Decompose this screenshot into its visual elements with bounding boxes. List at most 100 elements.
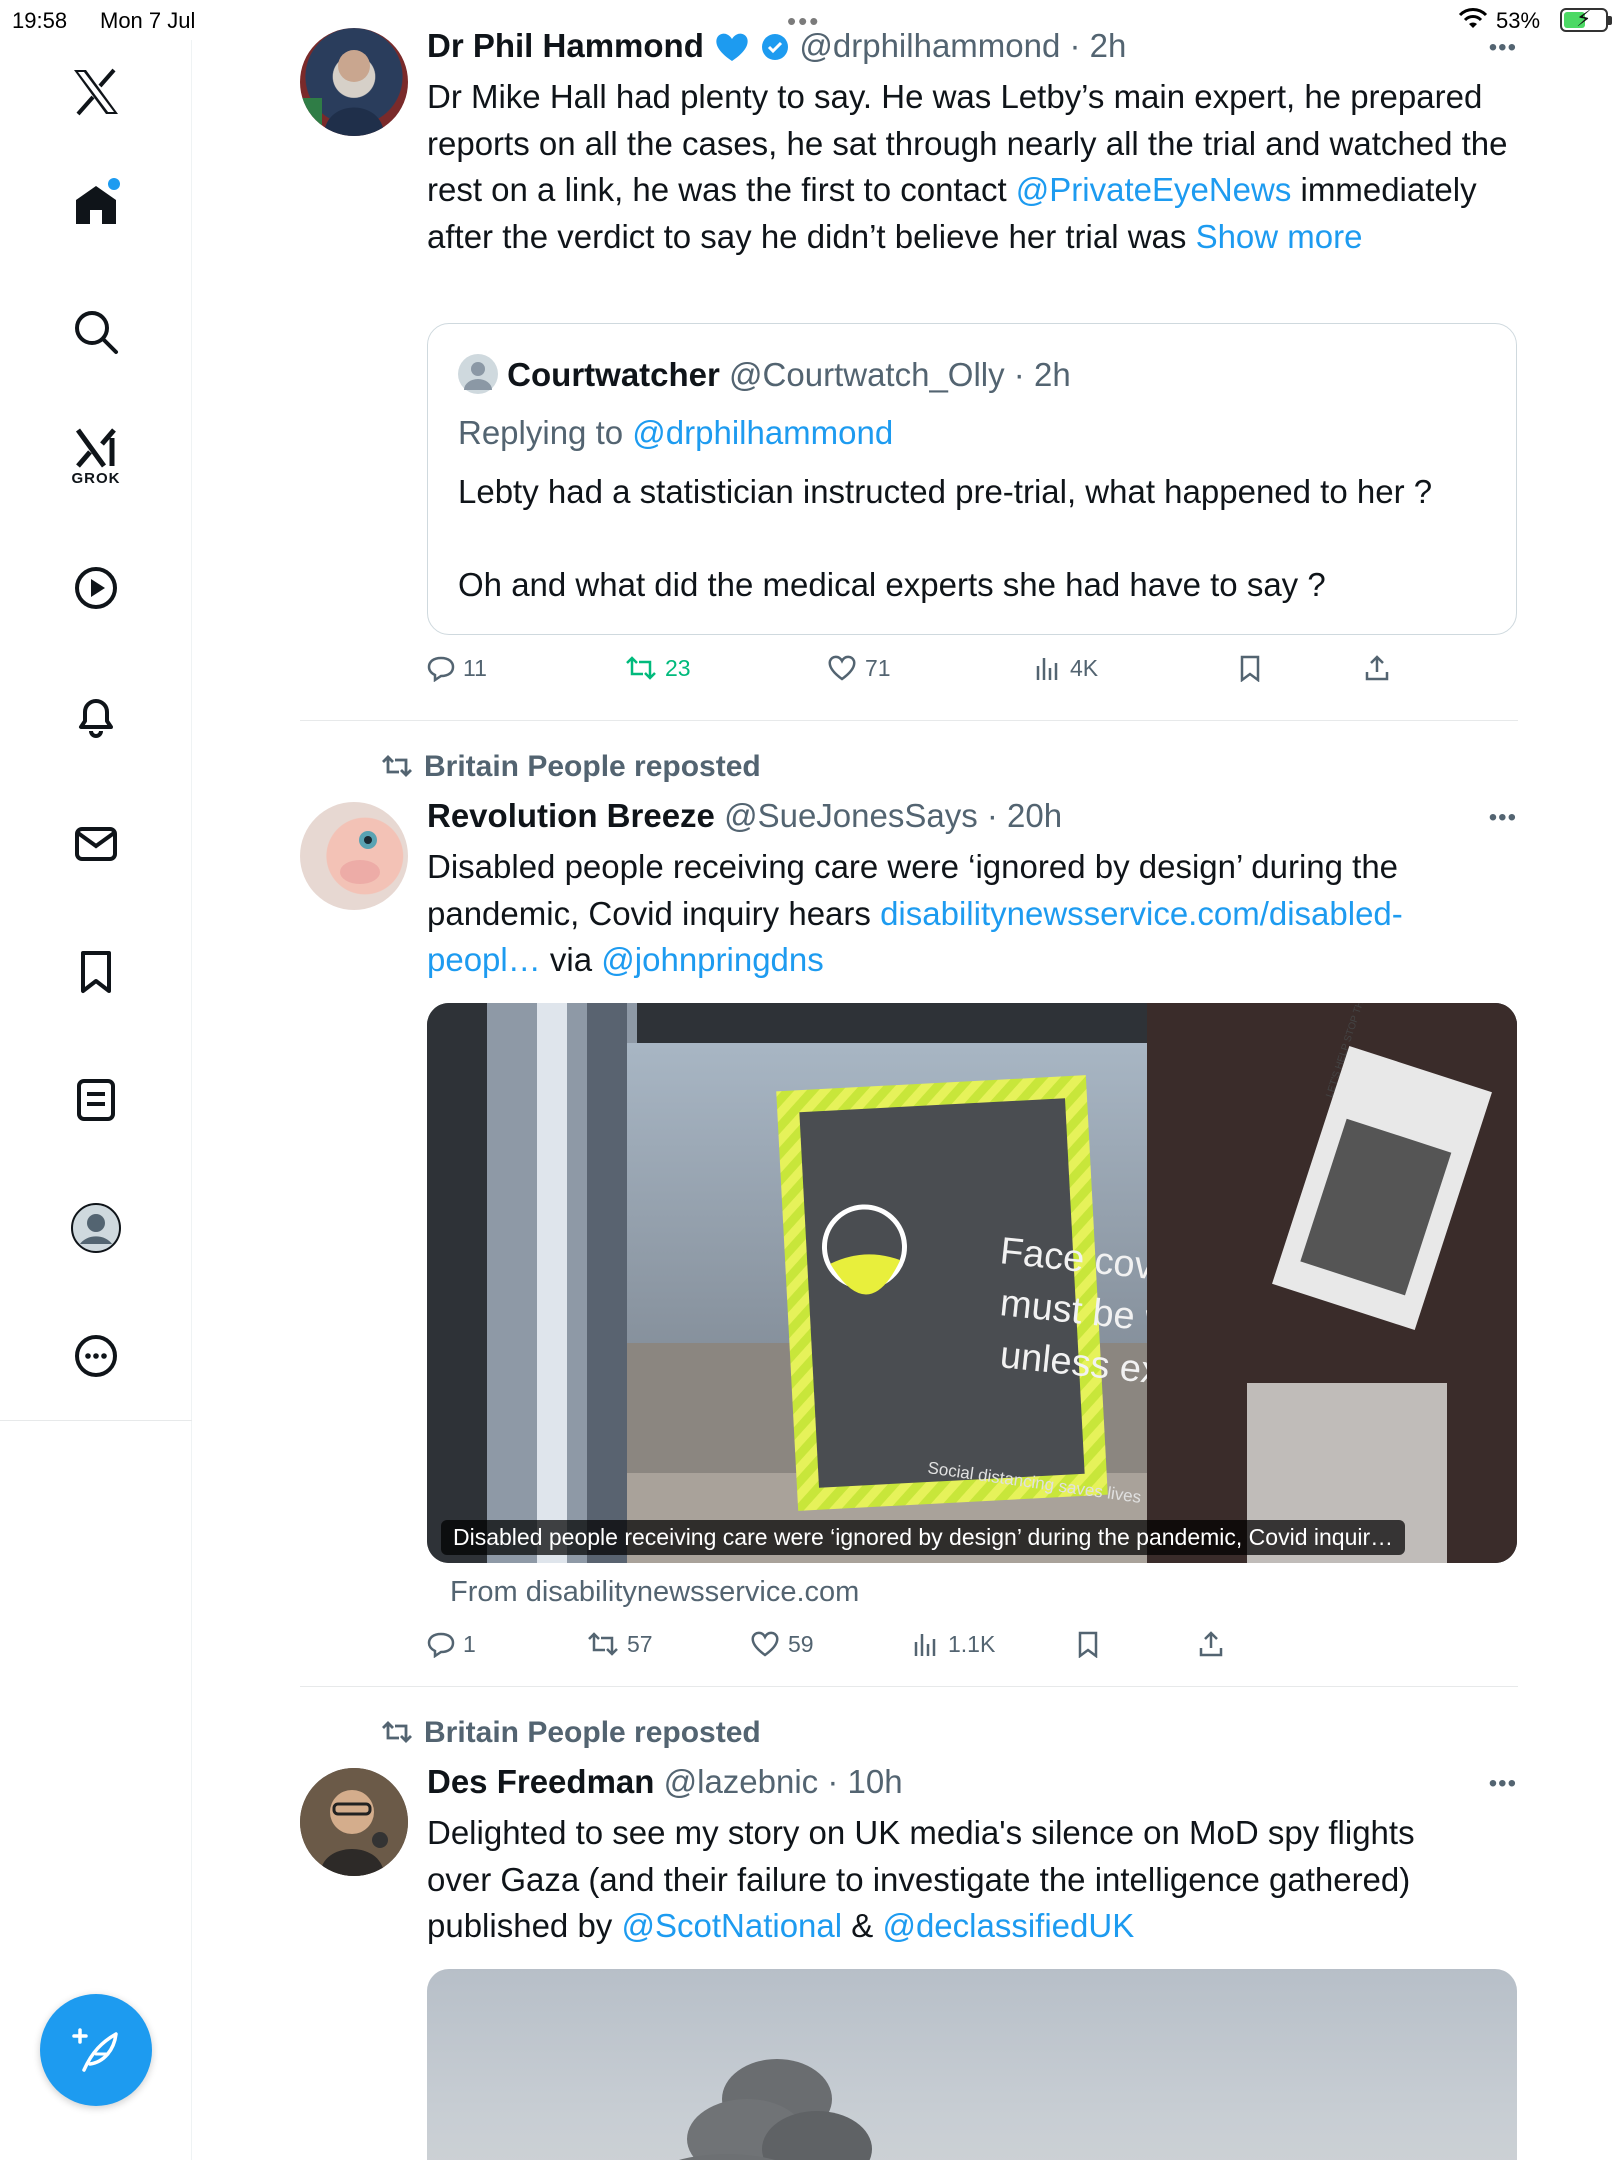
like-count: 71: [865, 654, 891, 681]
repost-icon: [382, 755, 412, 777]
views-button[interactable]: 4K: [1034, 654, 1098, 682]
grok-label: GROK: [71, 469, 121, 487]
more-options-icon[interactable]: •••: [1489, 34, 1517, 62]
grok-icon: [75, 427, 116, 468]
post-time[interactable]: 10h: [848, 1763, 903, 1800]
card-photo: Face coverings must be worn unless exemp…: [427, 1003, 1517, 1563]
quote-header: Courtwatcher @Courtwatch_Olly · 2h: [458, 354, 1071, 395]
reply-count: 11: [463, 654, 487, 681]
view-count: 4K: [1070, 654, 1099, 681]
post-time[interactable]: 2h: [1090, 27, 1127, 64]
replying-handle-link[interactable]: @drphilhammond: [632, 414, 893, 451]
author-handle[interactable]: @SueJonesSays: [724, 797, 978, 834]
repost-context: Britain People reposted: [380, 1716, 761, 1750]
tweet-text-part: &: [842, 1907, 883, 1944]
more-options-icon[interactable]: [60, 1320, 132, 1392]
bookmark-icon[interactable]: [60, 936, 132, 1008]
quoted-tweet[interactable]: Courtwatcher @Courtwatch_Olly · 2h Reply…: [427, 323, 1517, 635]
compose-feather-icon: [72, 2028, 118, 2072]
repost-icon: [382, 1721, 412, 1743]
tweet-text: Dr Mike Hall had plenty to say. He was L…: [427, 74, 1517, 260]
profile-avatar-icon[interactable]: [60, 1192, 132, 1264]
more-options-icon[interactable]: •••: [1489, 1770, 1517, 1798]
separator-dot: ·: [1060, 27, 1090, 64]
repost-button[interactable]: 23: [625, 654, 691, 682]
verified-badge-icon: [760, 27, 790, 64]
share-button[interactable]: [1363, 654, 1391, 682]
repost-icon: [626, 656, 656, 680]
avatar[interactable]: [300, 1768, 408, 1876]
lists-icon[interactable]: [60, 1064, 132, 1136]
tweet-text: Delighted to see my story on UK media's …: [427, 1810, 1467, 1950]
reply-button[interactable]: 1: [427, 1630, 476, 1658]
author-name[interactable]: Revolution Breeze: [427, 797, 715, 834]
compose-post-button[interactable]: [40, 1994, 152, 2106]
quote-author-name[interactable]: Courtwatcher: [507, 356, 720, 393]
status-date: Mon 7 Jul: [100, 8, 196, 33]
author-name[interactable]: Des Freedman: [427, 1763, 654, 1800]
heart-icon: [828, 655, 856, 681]
author-name[interactable]: Dr Phil Hammond: [427, 27, 704, 64]
avatar[interactable]: [300, 802, 408, 910]
replying-to: Replying to @drphilhammond: [458, 410, 893, 457]
reposted-by-text[interactable]: Britain People reposted: [424, 750, 761, 783]
blue-heart-icon: [713, 27, 751, 64]
mention-link[interactable]: @PrivateEyeNews: [1016, 171, 1292, 208]
show-more-link[interactable]: Show more: [1196, 218, 1363, 255]
bookmark-button[interactable]: [1237, 654, 1263, 682]
mention-link[interactable]: @declassifiedUK: [882, 1907, 1134, 1944]
quote-author-handle[interactable]: @Courtwatch_Olly: [729, 356, 1005, 393]
share-button[interactable]: [1197, 1630, 1225, 1658]
card-source[interactable]: From disabilitynewsservice.com: [450, 1576, 859, 1609]
repost-count: 23: [665, 654, 691, 681]
reply-icon: [427, 656, 455, 682]
like-button[interactable]: 71: [827, 654, 891, 682]
quote-text-line: Lebty had a statistician instructed pre-…: [458, 473, 1433, 510]
grok-nav[interactable]: GROK: [60, 420, 132, 492]
video-play-icon[interactable]: [60, 552, 132, 624]
link-card-image[interactable]: Face coverings must be worn unless exemp…: [427, 1003, 1517, 1563]
share-icon: [1365, 655, 1389, 681]
reply-count: 1: [463, 1630, 476, 1657]
messages-envelope-icon[interactable]: [60, 808, 132, 880]
author-handle[interactable]: @drphilhammond: [799, 27, 1060, 64]
sidebar: GROK: [0, 40, 192, 2160]
mention-link[interactable]: @ScotNational: [621, 1907, 842, 1944]
tweet-text-part: via: [540, 941, 602, 978]
reply-icon: [427, 1632, 455, 1658]
like-count: 59: [788, 1630, 814, 1657]
tweet-text: Disabled people receiving care were ‘ign…: [427, 844, 1467, 984]
views-chart-icon: [914, 1634, 936, 1656]
views-button[interactable]: 1.1K: [912, 1630, 995, 1658]
tweet-header: Revolution Breeze @SueJonesSays · 20h: [427, 796, 1517, 836]
home-icon[interactable]: [60, 168, 132, 240]
separator-dot: ·: [818, 1763, 848, 1800]
reply-button[interactable]: 11: [427, 654, 487, 682]
sidebar-divider: [0, 1420, 192, 1421]
repost-button[interactable]: 57: [587, 1630, 653, 1658]
avatar[interactable]: [300, 28, 408, 136]
more-options-icon[interactable]: •••: [1489, 804, 1517, 832]
like-button[interactable]: 59: [750, 1630, 814, 1658]
tweet-header: Des Freedman @lazebnic · 10h: [427, 1762, 1517, 1802]
reposted-by-text[interactable]: Britain People reposted: [424, 1716, 761, 1749]
bookmark-button[interactable]: [1075, 1630, 1101, 1658]
tweet-divider: [300, 720, 1518, 721]
bookmark-icon: [1078, 1631, 1098, 1658]
mention-link[interactable]: @johnpringdns: [601, 941, 823, 978]
tweet-header: Dr Phil Hammond @drphilhammond · 2h: [427, 26, 1517, 66]
search-icon[interactable]: [60, 296, 132, 368]
share-icon: [1199, 1631, 1223, 1657]
author-handle[interactable]: @lazebnic: [664, 1763, 819, 1800]
quote-avatar[interactable]: [458, 354, 498, 394]
status-time: 19:58: [12, 8, 68, 33]
quote-text-line: Oh and what did the medical experts she …: [458, 566, 1326, 603]
notifications-bell-icon[interactable]: [60, 680, 132, 752]
x-logo-icon[interactable]: [60, 56, 132, 128]
replying-prefix: Replying to: [458, 414, 633, 451]
post-time[interactable]: 20h: [1007, 797, 1062, 834]
tweet-media-image[interactable]: [427, 1969, 1517, 2160]
repost-count: 57: [627, 1630, 653, 1657]
heart-icon: [751, 1631, 779, 1657]
tweet-actions: 1 57 59 1.1K: [427, 1630, 1427, 1670]
